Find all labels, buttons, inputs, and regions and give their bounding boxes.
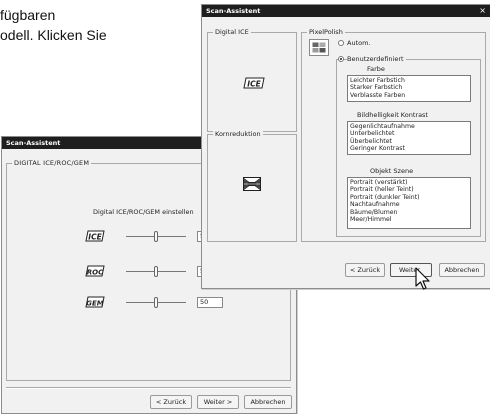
ice-slider-thumb[interactable] bbox=[154, 231, 158, 242]
farbe-list[interactable]: Leichter Farbstich Starker Farbstich Ver… bbox=[347, 75, 471, 102]
mouse-pointer-icon bbox=[415, 267, 431, 293]
list-item[interactable]: Gegenlichtaufnahme bbox=[350, 123, 468, 130]
list-item[interactable]: Geringer Kontrast bbox=[350, 145, 468, 152]
pixelpolish-label: PixelPolish bbox=[307, 28, 345, 37]
grain-reduction-icon bbox=[243, 177, 261, 193]
back-button[interactable]: < Zurück bbox=[150, 395, 192, 409]
list-item[interactable]: Portrait (verstärkt) bbox=[350, 179, 468, 186]
window-titlebar[interactable]: Scan-Assistent × bbox=[202, 5, 490, 17]
list-item[interactable]: Nachtaufnahme bbox=[350, 201, 468, 208]
ice-icon-text: ICE bbox=[247, 80, 261, 89]
list-item[interactable]: Verblasste Farben bbox=[350, 92, 468, 99]
kornreduktion-label: Kornreduktion bbox=[213, 130, 263, 139]
digital-ice-label: Digital ICE bbox=[213, 28, 251, 37]
next-button[interactable]: Weiter > bbox=[197, 395, 239, 409]
farbe-label: Farbe bbox=[367, 65, 385, 73]
window-title: Scan-Assistent bbox=[6, 139, 61, 147]
group-label: DIGITAL ICE/ROC/GEM bbox=[12, 159, 92, 168]
pixelpolish-icon bbox=[309, 39, 329, 56]
ice-icon: ICE bbox=[242, 76, 266, 92]
gem-slider-thumb[interactable] bbox=[154, 297, 158, 308]
back-button[interactable]: < Zurück bbox=[345, 263, 385, 277]
benutzerdefiniert-radio[interactable] bbox=[338, 56, 344, 62]
benutzerdefiniert-label: Benutzerdefiniert bbox=[347, 55, 406, 63]
list-item[interactable]: Unterbelichtet bbox=[350, 130, 468, 137]
background-text-line2: odell. Klicken Sie bbox=[0, 27, 107, 43]
roc-icon: ROC bbox=[84, 264, 106, 280]
helligkeit-label: Bildhelligkeit Kontrast bbox=[357, 111, 428, 119]
window-separator bbox=[6, 387, 291, 389]
ice-icon-text: ICE bbox=[88, 233, 102, 242]
ice-icon: ICE bbox=[84, 229, 106, 245]
gem-icon-text: GEM bbox=[86, 300, 104, 308]
objekt-list[interactable]: Portrait (verstärkt) Portrait (heller Te… bbox=[347, 177, 471, 229]
close-icon[interactable]: × bbox=[479, 5, 486, 17]
list-item[interactable]: Bäume/Blumen bbox=[350, 209, 468, 216]
list-item[interactable]: Meer/Himmel bbox=[350, 216, 468, 223]
list-item[interactable]: Portrait (dunkler Teint) bbox=[350, 194, 468, 201]
roc-icon-text: ROC bbox=[87, 269, 104, 277]
scan-assistant-window-front: Scan-Assistent × Digital ICE ICE Kornred… bbox=[201, 4, 490, 289]
cancel-button[interactable]: Abbrechen bbox=[244, 395, 292, 409]
objekt-label: Objekt Szene bbox=[370, 167, 414, 175]
background-text-line1: fügbaren bbox=[0, 7, 56, 23]
autom-radio[interactable] bbox=[338, 40, 344, 46]
autom-label: Autom. bbox=[347, 39, 371, 47]
settings-label: Digital ICE/ROC/GEM einstellen bbox=[93, 208, 194, 216]
helligkeit-list[interactable]: Gegenlichtaufnahme Unterbelichtet Überbe… bbox=[347, 121, 471, 155]
gem-value-field[interactable]: 50 bbox=[197, 297, 223, 308]
list-item[interactable]: Überbelichtet bbox=[350, 138, 468, 145]
gem-icon: GEM bbox=[84, 295, 106, 311]
roc-slider-thumb[interactable] bbox=[154, 266, 158, 277]
list-item[interactable]: Portrait (heller Teint) bbox=[350, 186, 468, 193]
list-item[interactable]: Leichter Farbstich bbox=[350, 77, 468, 84]
list-item[interactable]: Starker Farbstich bbox=[350, 84, 468, 91]
cancel-button[interactable]: Abbrechen bbox=[439, 263, 485, 277]
window-title: Scan-Assistent bbox=[206, 7, 261, 15]
